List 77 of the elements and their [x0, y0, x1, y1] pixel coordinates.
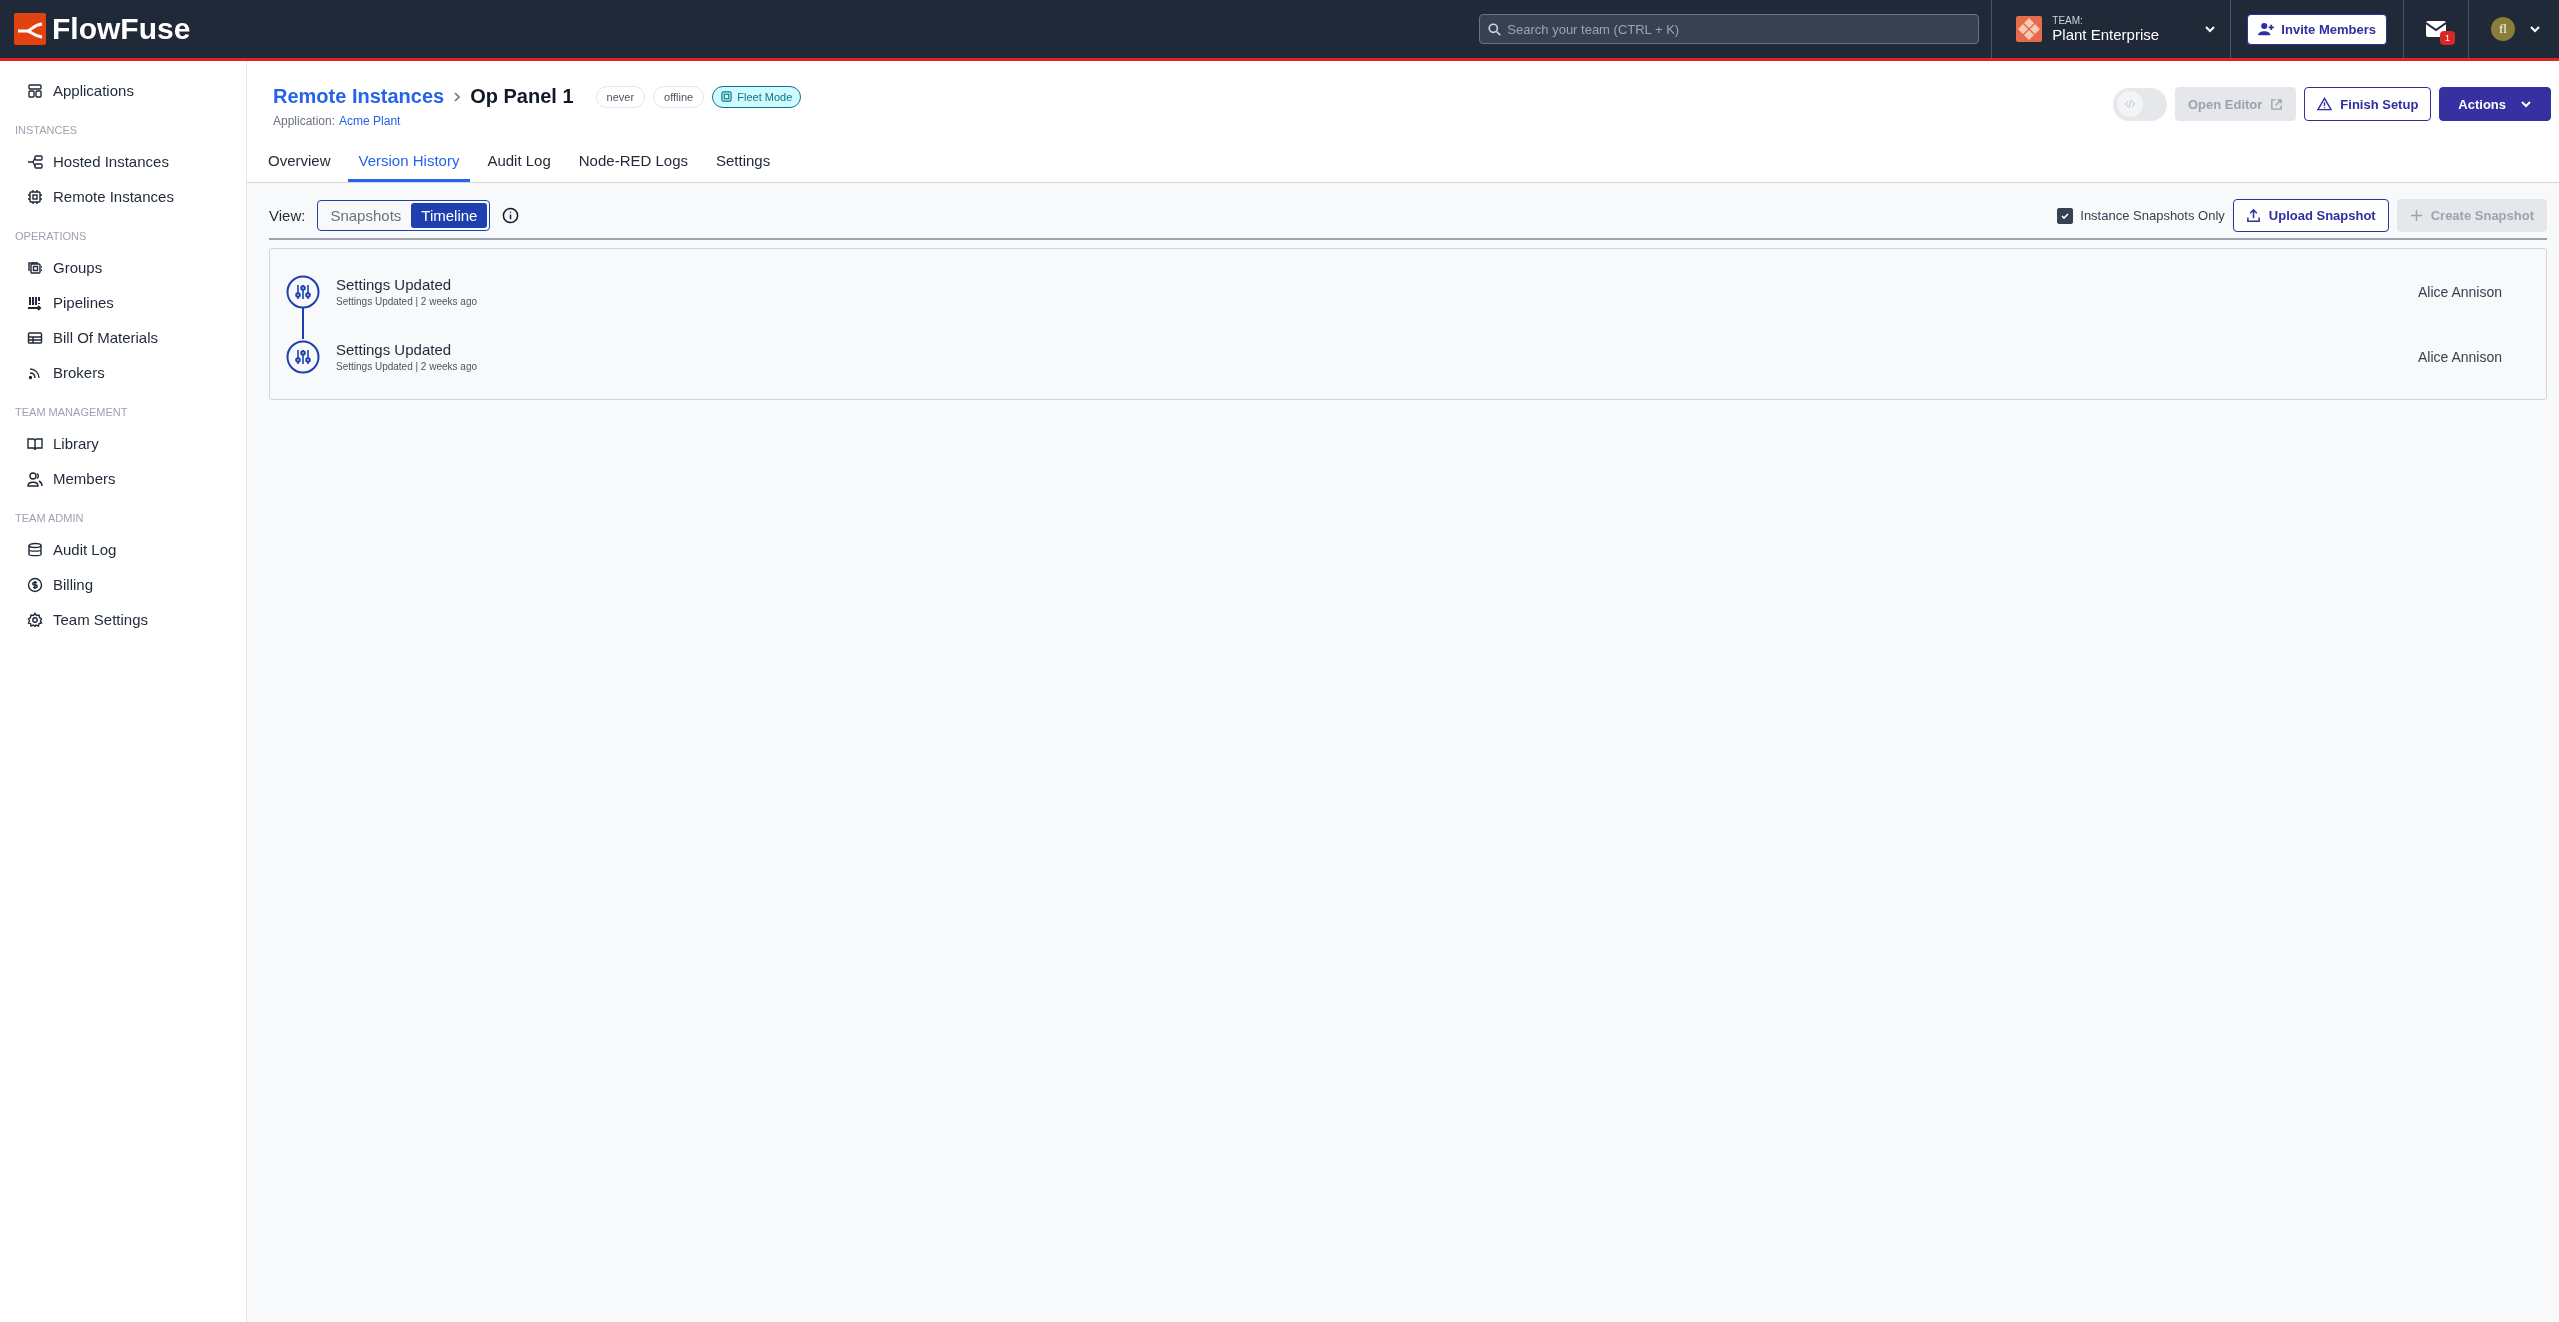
team-avatar-icon [2016, 16, 2043, 42]
sidebar-item[interactable]: Pipelines [0, 285, 246, 320]
plus-icon [2409, 209, 2423, 222]
pipelines-icon [27, 294, 43, 311]
book-icon [27, 435, 43, 452]
tab[interactable]: Overview [257, 144, 342, 182]
checkbox[interactable] [2057, 207, 2074, 224]
event-user: Alice Annison [2417, 283, 2502, 300]
settings-sliders-icon [286, 339, 320, 374]
chevron-down-icon [2204, 23, 2217, 35]
tab[interactable]: Settings [705, 144, 782, 182]
sidebar-item[interactable]: Groups [0, 250, 246, 285]
upload-snapshot-button[interactable]: Upload Snapshot [2232, 199, 2389, 232]
checkmark-icon [2060, 210, 2071, 221]
database-icon [27, 541, 43, 558]
application-label: Application: [273, 114, 336, 128]
code-icon [2123, 98, 2136, 110]
warning-icon [2317, 97, 2333, 111]
sidebar-item[interactable]: Hosted Instances [0, 144, 246, 179]
hosted-instances-icon [27, 153, 43, 170]
user-avatar: fl [2491, 17, 2515, 41]
checkbox-label: Instance Snapshots Only [2080, 208, 2225, 223]
chip-stack-icon [27, 259, 43, 276]
add-user-icon [2258, 22, 2275, 36]
view-option[interactable]: Timeline [411, 203, 488, 228]
finish-setup-button[interactable]: Finish Setup [2304, 87, 2432, 121]
sidebar-item[interactable]: Brokers [0, 355, 246, 390]
tab[interactable]: Node-RED Logs [567, 144, 699, 182]
dollar-icon [27, 576, 43, 593]
logo-text[interactable]: FlowFuse [52, 12, 191, 46]
team-selector[interactable]: TEAM: Plant Enterprise [1992, 15, 2231, 43]
invite-members-button[interactable]: Invite Members [2247, 13, 2387, 45]
sidebar-item[interactable]: Team Settings [0, 602, 246, 637]
search-field[interactable]: Search your team (CTRL + K) [1479, 14, 1980, 44]
view-option[interactable]: Snapshots [320, 203, 412, 228]
chevron-right-icon [452, 90, 463, 103]
sidebar-item[interactable]: Audit Log [0, 532, 246, 567]
sidebar-item[interactable]: Bill Of Materials [0, 320, 246, 355]
sidebar-item[interactable]: Billing [0, 567, 246, 602]
info-icon[interactable] [502, 207, 520, 224]
team-name: Plant Enterprise [2052, 26, 2161, 43]
sidebar-item[interactable]: Members [0, 461, 246, 496]
breadcrumb-link[interactable]: Remote Instances [273, 85, 445, 108]
section-heading: TEAM MANAGEMENT [14, 405, 129, 420]
section-heading: INSTANCES [14, 123, 79, 138]
settings-icon [27, 611, 43, 628]
mail-icon[interactable] [2426, 21, 2446, 37]
chevron-down-icon [2529, 23, 2541, 35]
search-icon [1488, 23, 1502, 36]
table-icon [27, 329, 43, 346]
notification-count: 1 [2440, 31, 2455, 45]
sidebar-item[interactable]: Library [0, 426, 246, 461]
application-link[interactable]: Acme Plant [339, 114, 401, 128]
chip-icon [27, 188, 43, 205]
instance-title: Op Panel 1 [470, 85, 574, 108]
upload-icon [2245, 208, 2261, 223]
event-title: Settings Updated [336, 341, 453, 358]
event-title: Settings Updated [336, 276, 453, 293]
event-user: Alice Annison [2417, 348, 2502, 365]
status-badge: Fleet Mode [712, 85, 802, 108]
team-label: TEAM: [2052, 15, 2084, 26]
sidebar-item[interactable]: Applications [0, 73, 246, 108]
applications-icon [27, 82, 43, 99]
users-icon [27, 470, 43, 487]
section-heading: OPERATIONS [14, 229, 88, 244]
chevron-down-icon [2520, 98, 2532, 110]
external-link-icon [2270, 97, 2284, 111]
sidebar-item[interactable]: Remote Instances [0, 179, 246, 214]
actions-button[interactable]: Actions [2439, 87, 2551, 121]
tab[interactable]: Version History [347, 144, 471, 182]
event-detail: Settings Updated | 2 weeks ago [336, 296, 479, 307]
tab[interactable]: Audit Log [476, 144, 562, 182]
user-menu[interactable]: fl [2469, 17, 2545, 41]
section-heading: TEAM ADMIN [14, 511, 85, 526]
logo-icon [14, 13, 46, 45]
event-detail: Settings Updated | 2 weeks ago [336, 361, 479, 372]
view-label: View: [269, 207, 306, 224]
